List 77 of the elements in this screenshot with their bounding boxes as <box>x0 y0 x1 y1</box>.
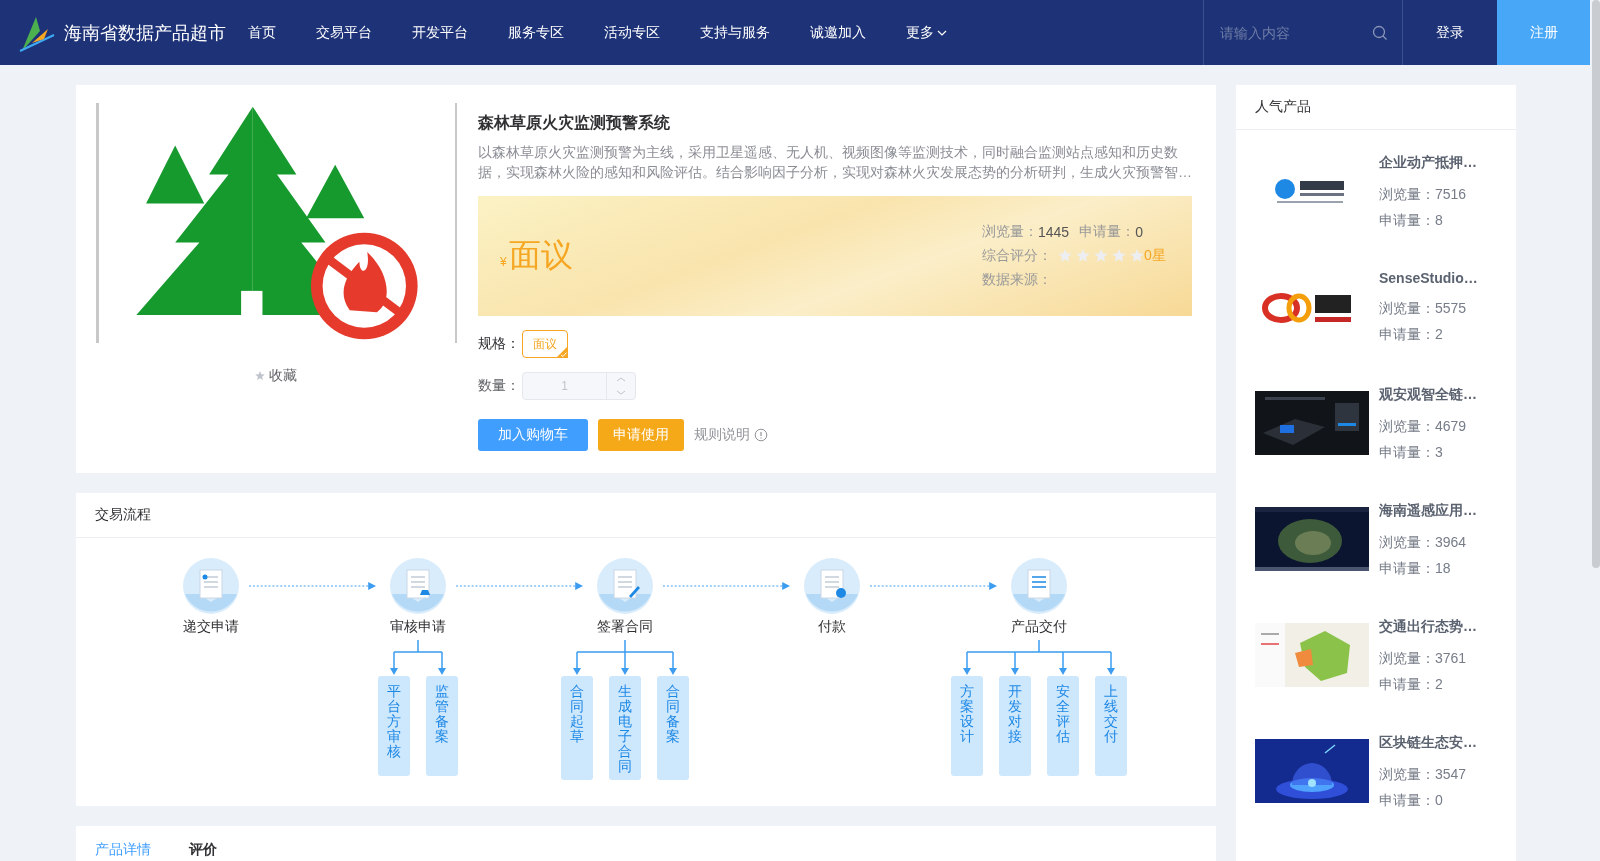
nav-link[interactable]: 服务专区 <box>488 23 584 42</box>
more-menu[interactable]: 更多 <box>886 23 967 42</box>
product-name[interactable]: SenseStudio… <box>1379 270 1478 286</box>
product-name[interactable]: 企业动产抵押… <box>1379 154 1477 172</box>
rules-link[interactable]: 规则说明 <box>694 426 750 444</box>
substep-box: 方案设计 <box>951 676 983 776</box>
site-name[interactable]: 海南省数据产品超市 <box>64 20 226 45</box>
views-label: 浏览量： <box>982 223 1038 241</box>
document-icon <box>1011 558 1067 614</box>
applies-count: 申请量：18 <box>1379 560 1452 578</box>
tab[interactable]: 评价 <box>189 840 217 860</box>
section-title: 人气产品 <box>1255 98 1311 116</box>
applies-count: 0 <box>1135 224 1143 240</box>
applies-count: 申请量：8 <box>1379 212 1444 230</box>
step-label: 付款 <box>818 618 846 636</box>
rating-label: 综合评分： <box>982 247 1052 265</box>
product-name[interactable]: 观安观智全链… <box>1379 386 1477 404</box>
substep-box: 监管备案 <box>426 676 458 776</box>
star-icon <box>1076 249 1090 263</box>
step-label: 递交申请 <box>183 618 239 636</box>
applies-label: 申请量： <box>1079 223 1136 241</box>
chevron-down-icon <box>937 28 947 37</box>
info-icon[interactable] <box>754 428 768 442</box>
views-count: 浏览量：7516 <box>1379 186 1468 204</box>
product-name[interactable]: 区块链生态安… <box>1379 734 1477 752</box>
star-icon <box>1112 249 1126 263</box>
substep-box: 生成电子合同 <box>609 676 641 780</box>
step-label: 签署合同 <box>597 618 653 636</box>
description-line: 据，实现森林火险的感知和风险评估。结合影响因子分析，实现对森林火灾发展态势的分析研判，生成火灾预警智… <box>478 163 1192 182</box>
substep-box: 安全评估 <box>1047 676 1079 776</box>
spec-label: 规格： <box>478 335 520 353</box>
document-icon <box>183 558 239 614</box>
views-count: 浏览量：3547 <box>1379 766 1468 784</box>
views-count: 浏览量：5575 <box>1379 300 1468 318</box>
description-line: 以森林草原火灾监测预警为主线，采用卫星遥感、无人机、视频图像等监测技术，同时融合监测站点感知和历史数 <box>478 143 1179 162</box>
search-icon[interactable] <box>1372 24 1388 41</box>
product-name[interactable]: 交通出行态势… <box>1379 618 1477 636</box>
nav-link[interactable]: 开发平台 <box>392 23 488 42</box>
nav-link[interactable]: 诚邀加入 <box>790 23 886 42</box>
quantity-label: 数量： <box>478 377 520 395</box>
star-icon <box>1058 249 1072 263</box>
document-icon <box>390 558 446 614</box>
star-icon <box>1094 249 1108 263</box>
substep-box: 合同起草 <box>561 676 593 780</box>
nav-link[interactable]: 活动专区 <box>584 23 680 42</box>
views-count: 浏览量：3964 <box>1379 534 1468 552</box>
applies-count: 申请量：0 <box>1379 792 1444 810</box>
substep-box: 开发对接 <box>999 676 1031 776</box>
nav-link[interactable]: 交易平台 <box>296 23 392 42</box>
views-count: 浏览量：3761 <box>1379 650 1468 668</box>
price: 面议 <box>508 236 573 275</box>
star-icon[interactable] <box>255 371 265 381</box>
product-title: 森林草原火灾监测预警系统 <box>478 113 671 133</box>
login-button[interactable]: 登录 <box>1403 0 1497 65</box>
nav-link[interactable]: 支持与服务 <box>680 23 790 42</box>
substep-box: 合同备案 <box>657 676 689 780</box>
views-count: 浏览量：4679 <box>1379 418 1468 436</box>
step-label: 产品交付 <box>1011 618 1067 636</box>
applies-count: 申请量：3 <box>1379 444 1444 462</box>
document-icon <box>597 558 653 614</box>
nav-link[interactable]: 首页 <box>228 23 296 42</box>
views-count: 1445 <box>1038 224 1070 240</box>
applies-count: 申请量：2 <box>1379 326 1444 344</box>
applies-count: 申请量：2 <box>1379 676 1444 694</box>
step-label: 审核申请 <box>390 618 446 636</box>
substep-box: 平台方审核 <box>378 676 410 776</box>
currency-symbol: ¥ <box>500 255 507 269</box>
substep-box: 上线交付 <box>1095 676 1127 776</box>
section-title: 交易流程 <box>95 506 151 524</box>
star-icon <box>1130 249 1144 263</box>
search-field[interactable]: 请输入内容 <box>1218 23 1372 42</box>
product-name[interactable]: 海南遥感应用… <box>1379 502 1477 520</box>
favorite-link[interactable]: 收藏 <box>269 367 297 385</box>
document-icon <box>804 558 860 614</box>
check-corner-icon <box>556 346 568 358</box>
rating-text: 0星 <box>1144 247 1166 265</box>
source-label: 数据来源： <box>982 271 1052 289</box>
